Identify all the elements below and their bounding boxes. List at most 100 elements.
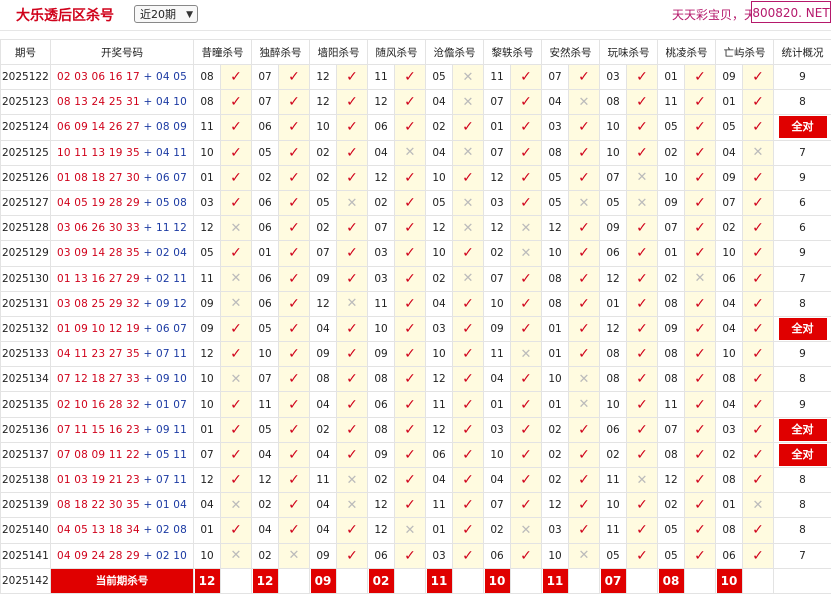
result-cell: ✓	[510, 416, 542, 443]
result-cell: ✓	[684, 240, 716, 267]
kill-number: 05	[309, 189, 337, 217]
check-icon: ✓	[694, 220, 706, 237]
result-cell: ✓	[626, 441, 658, 469]
kill-number: 07	[483, 139, 511, 166]
cross-icon: ✕	[230, 220, 242, 236]
result-cell: ✓	[626, 542, 658, 569]
check-icon: ✓	[578, 69, 590, 86]
check-icon: ✓	[578, 220, 590, 237]
result-cell: ✕	[568, 391, 600, 418]
result-cell: ✓	[626, 366, 658, 393]
check-icon: ✓	[578, 144, 590, 161]
kill-number: 04	[483, 466, 511, 494]
front-numbers: 02 10 16 28 32	[56, 398, 140, 411]
check-icon: ✓	[578, 497, 590, 514]
col-header-issue: 期号	[0, 39, 51, 65]
kill-number: 07	[483, 265, 511, 292]
result-cell: ✓	[684, 366, 716, 393]
check-icon: ✓	[404, 270, 416, 287]
issue-number: 2025139	[0, 492, 51, 519]
front-numbers: 03 08 25 29 32	[56, 297, 140, 310]
back-numbers: 07 11	[155, 348, 188, 361]
kill-number: 01	[483, 391, 511, 418]
check-icon: ✓	[520, 144, 532, 161]
kill-number: 09	[657, 315, 685, 343]
front-numbers: 07 08 09 11 22	[56, 448, 140, 461]
result-cell: ✓	[394, 391, 426, 418]
table-row: 2025125 10 11 13 19 35 + 04 11 10 ✓ 05 ✓ 02 ✓ 04…	[0, 139, 831, 166]
cross-icon: ✕	[230, 548, 242, 564]
result-cell: ✕	[336, 189, 368, 217]
result-cell: ✓	[336, 63, 368, 91]
check-icon: ✓	[346, 547, 358, 564]
check-icon: ✓	[288, 195, 300, 212]
draw-numbers: 04 09 24 28 29 + 02 10	[50, 542, 194, 569]
result-cell: ✓	[510, 139, 542, 166]
kill-number: 11	[367, 290, 395, 317]
kill-number: 11	[599, 517, 627, 544]
kill-number: 03	[715, 416, 743, 443]
kill-number-table: 期号 开奖号码 昔曈杀号 独醉杀号 墙阳杀号 随风杀号 沧儋杀号 黎轶杀号 安然…	[0, 39, 831, 594]
check-icon: ✓	[578, 346, 590, 363]
current-kill-cell: 10	[715, 567, 743, 594]
result-cell: ✕	[626, 466, 658, 494]
kill-number: 10	[193, 391, 221, 418]
kill-number: 11	[251, 391, 279, 418]
result-cell: ✓	[510, 441, 542, 469]
kill-number: 08	[367, 366, 395, 393]
period-select[interactable]: 近20期 ▼	[134, 5, 198, 23]
current-kill-number: 10	[484, 569, 510, 593]
table-row: 2025123 08 13 24 25 31 + 04 10 08 ✓ 07 ✓ 12 ✓ 12…	[0, 89, 831, 116]
draw-numbers: 02 10 16 28 32 + 01 07	[50, 391, 194, 418]
kill-number: 06	[251, 114, 279, 141]
kill-number: 03	[541, 114, 569, 141]
all-correct-badge: 全对	[778, 317, 827, 340]
result-cell: ✓	[684, 139, 716, 166]
front-numbers: 01 09 10 12 19	[56, 322, 140, 335]
issue-number: 2025125	[0, 139, 51, 166]
result-cell: ✓	[568, 290, 600, 317]
check-icon: ✓	[636, 396, 648, 413]
check-icon: ✓	[230, 245, 242, 262]
result-cell: ✓	[684, 89, 716, 116]
front-numbers: 08 13 24 25 31	[56, 96, 140, 109]
check-icon: ✓	[520, 371, 532, 388]
kill-number: 10	[425, 240, 453, 267]
result-cell: ✕	[452, 89, 484, 116]
result-cell: ✓	[336, 315, 368, 343]
stat-cell: 8	[773, 466, 831, 494]
result-cell: ✓	[510, 114, 542, 141]
kill-number: 10	[599, 391, 627, 418]
result-cell: ✓	[452, 441, 484, 469]
kill-number: 08	[193, 63, 221, 91]
issue-number: 2025140	[0, 517, 51, 544]
kill-number: 02	[541, 416, 569, 443]
table-header-row: 期号 开奖号码 昔曈杀号 独醉杀号 墙阳杀号 随风杀号 沧儋杀号 黎轶杀号 安然…	[0, 39, 831, 65]
check-icon: ✓	[752, 119, 764, 136]
check-icon: ✓	[288, 497, 300, 514]
plus-sign: +	[139, 373, 156, 386]
check-icon: ✓	[230, 396, 242, 413]
result-cell: ✓	[626, 315, 658, 343]
col-header-expert: 黎轶杀号	[483, 39, 542, 65]
kill-number: 09	[193, 290, 221, 317]
front-numbers: 04 11 23 27 35	[56, 348, 140, 361]
cross-icon: ✕	[520, 220, 532, 236]
kill-number: 04	[715, 391, 743, 418]
kill-number: 02	[715, 441, 743, 469]
kill-number: 11	[309, 466, 337, 494]
result-cell: ✓	[394, 89, 426, 116]
col-header-expert: 随风杀号	[367, 39, 426, 65]
draw-numbers: 07 12 18 27 33 + 09 10	[50, 366, 194, 393]
back-numbers: 02 08	[155, 524, 188, 537]
kill-number: 05	[425, 63, 453, 91]
kill-number: 10	[483, 441, 511, 469]
result-cell: ✓	[510, 290, 542, 317]
site-domain-link[interactable]: 800820. NET	[751, 1, 831, 23]
current-kill-number: 02	[368, 569, 394, 593]
check-icon: ✓	[230, 69, 242, 86]
kill-number: 07	[657, 416, 685, 443]
check-icon: ✓	[462, 371, 474, 388]
check-icon: ✓	[230, 346, 242, 363]
result-cell: ✓	[684, 416, 716, 443]
